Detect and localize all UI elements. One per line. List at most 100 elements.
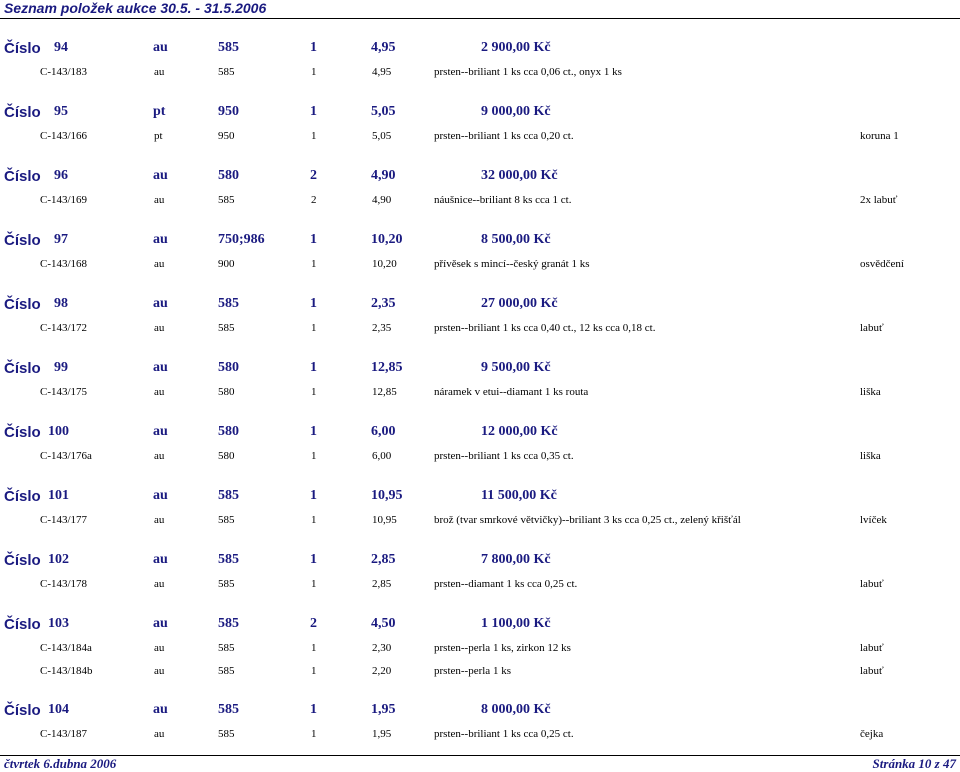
item-description: brož (tvar smrkové větvičky)--briliant 3… [434,514,741,526]
lot-fineness: 580 [218,424,239,439]
item-fineness: 950 [218,130,235,142]
lot-number: 103 [48,616,69,631]
lot-metal: au [153,488,168,503]
item-quantity: 1 [311,258,317,270]
lot-weight: 6,00 [371,424,396,439]
lot-fineness: 585 [218,296,239,311]
item-quantity: 2 [311,194,317,206]
item-description: prsten--briliant 1 ks cca 0,40 ct., 12 k… [434,322,656,334]
item-inventory-number: C-143/187 [40,728,88,740]
lot-weight: 4,90 [371,168,396,183]
lot-block: Číslo 101 au 585 1 10,95 11 500,00 Kč C-143/177… [0,488,960,531]
lot-quantity: 1 [310,104,317,119]
lot-weight: 5,05 [371,104,396,119]
lot-fineness: 585 [218,488,239,503]
lot-metal: au [153,616,168,631]
item-fineness: 900 [218,258,235,270]
lot-quantity: 2 [310,168,317,183]
item-row: C-143/187 au 585 1 1,95 prsten--briliant 1 ks… [0,722,960,745]
lot-quantity: 1 [310,296,317,311]
lot-fineness: 580 [218,360,239,375]
cislo-label: Číslo [4,552,41,569]
lot-block: Číslo 95 pt 950 1 5,05 9 000,00 Kč C-143/166 pt 9… [0,104,960,147]
item-weight: 2,30 [372,642,392,654]
item-note: koruna 1 [860,130,899,142]
item-weight: 2,85 [372,578,392,590]
item-quantity: 1 [311,514,317,526]
item-quantity: 1 [311,665,317,677]
item-inventory-number: C-143/184a [40,642,92,654]
lot-block: Číslo 104 au 585 1 1,95 8 000,00 Kč C-143/187 au… [0,702,960,745]
item-row: C-143/172 au 585 1 2,35 prsten--briliant 1 ks… [0,316,960,339]
item-weight: 2,20 [372,665,392,677]
item-quantity: 1 [311,386,317,398]
item-metal: au [154,578,165,590]
cislo-label: Číslo [4,296,41,313]
lot-fineness: 580 [218,168,239,183]
lot-number: 95 [54,104,68,119]
lot-price: 8 500,00 Kč [481,232,551,247]
lot-header: Číslo 104 au 585 1 1,95 8 000,00 Kč [0,702,960,722]
item-fineness: 580 [218,450,235,462]
item-quantity: 1 [311,578,317,590]
item-inventory-number: C-143/176a [40,450,92,462]
item-row: C-143/178 au 585 1 2,85 prsten--diamant 1 ks … [0,572,960,595]
item-fineness: 580 [218,386,235,398]
item-description: prsten--perla 1 ks, zirkon 12 ks [434,642,571,654]
lot-price: 32 000,00 Kč [481,168,558,183]
lot-metal: au [153,360,168,375]
lot-quantity: 1 [310,488,317,503]
item-row: C-143/184a au 585 1 2,30 prsten--perla 1 ks, … [0,636,960,659]
item-description: prsten--perla 1 ks [434,665,511,677]
lot-header: Číslo 94 au 585 1 4,95 2 900,00 Kč [0,40,960,60]
cislo-label: Číslo [4,616,41,633]
lot-price: 8 000,00 Kč [481,702,551,717]
lot-number: 104 [48,702,69,717]
item-metal: au [154,450,165,462]
lot-header: Číslo 103 au 585 2 4,50 1 100,00 Kč [0,616,960,636]
footer-date: čtvrtek 6.dubna 2006 [4,756,117,771]
lot-metal: au [153,296,168,311]
lot-price: 2 900,00 Kč [481,40,551,55]
item-weight: 10,95 [372,514,397,526]
item-metal: au [154,728,165,740]
item-row: C-143/183 au 585 1 4,95 prsten--briliant 1 ks… [0,60,960,83]
lot-fineness: 585 [218,552,239,567]
item-note: čejka [860,728,884,740]
lot-metal: au [153,40,168,55]
item-quantity: 1 [311,66,317,78]
lot-weight: 1,95 [371,702,396,717]
lot-price: 11 500,00 Kč [481,488,557,503]
item-weight: 12,85 [372,386,397,398]
item-quantity: 1 [311,322,317,334]
item-note: labuť [860,665,884,677]
lot-price: 1 100,00 Kč [481,616,551,631]
lot-price: 12 000,00 Kč [481,424,558,439]
item-weight: 5,05 [372,130,392,142]
lot-metal: au [153,168,168,183]
lot-metal: au [153,232,168,247]
item-note: osvědčení [860,258,904,270]
item-note: labuť [860,642,884,654]
lot-quantity: 2 [310,616,317,631]
page-title: Seznam položek aukce 30.5. - 31.5.2006 [4,0,267,16]
item-inventory-number: C-143/172 [40,322,88,334]
item-row: C-143/177 au 585 1 10,95 brož (tvar smrkové v… [0,508,960,531]
item-weight: 6,00 [372,450,392,462]
lot-number: 101 [48,488,69,503]
item-description: prsten--briliant 1 ks cca 0,35 ct. [434,450,574,462]
item-metal: au [154,665,165,677]
lot-header: Číslo 99 au 580 1 12,85 9 500,00 Kč [0,360,960,380]
lot-number: 96 [54,168,68,183]
item-description: prsten--briliant 1 ks cca 0,06 ct., onyx… [434,66,622,78]
cislo-label: Číslo [4,232,41,249]
lot-block: Číslo 98 au 585 1 2,35 27 000,00 Kč C-143/172 au… [0,296,960,339]
item-inventory-number: C-143/169 [40,194,88,206]
item-metal: au [154,322,165,334]
lot-quantity: 1 [310,360,317,375]
item-inventory-number: C-143/175 [40,386,88,398]
lot-weight: 10,20 [371,232,403,247]
item-metal: au [154,258,165,270]
item-row: C-143/175 au 580 1 12,85 náramek v etui--diam… [0,380,960,403]
lot-block: Číslo 96 au 580 2 4,90 32 000,00 Kč C-143/169 au… [0,168,960,211]
